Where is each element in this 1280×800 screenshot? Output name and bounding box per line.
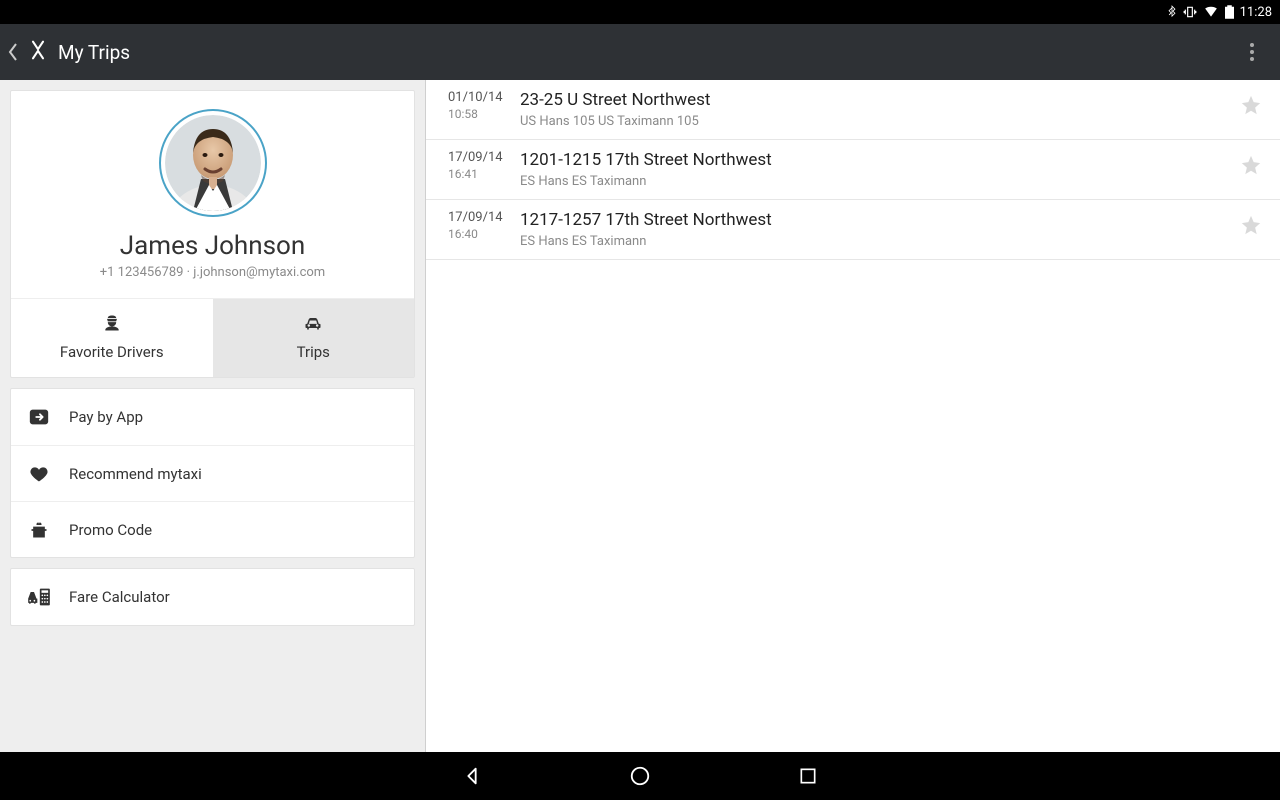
menu-promo-code[interactable]: Promo Code <box>11 501 414 557</box>
trip-time: 10:58 <box>448 107 514 121</box>
menu-group-2: Fare Calculator <box>10 568 415 626</box>
wifi-icon <box>1203 5 1219 19</box>
avatar[interactable] <box>159 109 267 217</box>
tab-label: Trips <box>297 343 330 361</box>
menu-label: Fare Calculator <box>69 588 170 606</box>
nav-back-button[interactable] <box>458 762 486 790</box>
back-button[interactable] <box>8 43 18 61</box>
menu-pay-by-app[interactable]: Pay by App <box>11 389 414 445</box>
profile-email: j.johnson@mytaxi.com <box>193 265 325 280</box>
heart-icon <box>25 464 53 484</box>
menu-label: Recommend mytaxi <box>69 465 202 483</box>
trip-time: 16:40 <box>448 227 514 241</box>
trip-time: 16:41 <box>448 167 514 181</box>
menu-fare-calculator[interactable]: Fare Calculator <box>11 569 414 625</box>
menu-group-1: Pay by App Recommend mytaxi Promo Code <box>10 388 415 558</box>
calculator-icon <box>25 587 53 607</box>
arrow-box-icon <box>25 406 53 428</box>
gift-icon <box>25 520 53 540</box>
profile-card: James Johnson +1 123456789 · j.johnson@m… <box>10 90 415 378</box>
trip-address: 23-25 U Street Northwest <box>520 90 1236 110</box>
tab-favorite-drivers[interactable]: Favorite Drivers <box>11 299 213 377</box>
trip-row[interactable]: 17/09/14 16:40 1217-1257 17th Street Nor… <box>426 200 1280 260</box>
system-nav-bar <box>0 752 1280 800</box>
profile-phone: +1 123456789 <box>100 265 184 280</box>
car-icon <box>213 313 415 337</box>
trip-driver: US Hans 105 US Taximann 105 <box>520 114 1236 129</box>
trip-driver: ES Hans ES Taximann <box>520 174 1236 189</box>
bluetooth-icon <box>1167 5 1177 19</box>
favorite-star-button[interactable] <box>1236 90 1266 116</box>
menu-recommend[interactable]: Recommend mytaxi <box>11 445 414 501</box>
action-bar: My Trips <box>0 24 1280 80</box>
driver-icon <box>11 313 213 337</box>
menu-label: Pay by App <box>69 408 143 426</box>
nav-recent-button[interactable] <box>794 762 822 790</box>
battery-icon <box>1225 5 1234 19</box>
app-logo-icon <box>28 40 48 64</box>
favorite-star-button[interactable] <box>1236 210 1266 236</box>
trip-driver: ES Hans ES Taximann <box>520 234 1236 249</box>
trip-date: 17/09/14 <box>448 210 514 225</box>
menu-label: Promo Code <box>69 521 152 539</box>
status-bar: 11:28 <box>0 0 1280 24</box>
tab-label: Favorite Drivers <box>60 343 164 361</box>
overflow-menu-button[interactable] <box>1232 32 1272 72</box>
trip-address: 1201-1215 17th Street Northwest <box>520 150 1236 170</box>
page-title: My Trips <box>58 41 130 64</box>
trip-row[interactable]: 17/09/14 16:41 1201-1215 17th Street Nor… <box>426 140 1280 200</box>
profile-contact: +1 123456789 · j.johnson@mytaxi.com <box>11 265 414 280</box>
trip-address: 1217-1257 17th Street Northwest <box>520 210 1236 230</box>
vibrate-icon <box>1183 5 1197 19</box>
tab-trips[interactable]: Trips <box>213 299 415 377</box>
profile-name: James Johnson <box>11 231 414 261</box>
trip-row[interactable]: 01/10/14 10:58 23-25 U Street Northwest … <box>426 80 1280 140</box>
trips-list: 01/10/14 10:58 23-25 U Street Northwest … <box>426 80 1280 752</box>
trip-date: 17/09/14 <box>448 150 514 165</box>
status-time: 11:28 <box>1240 5 1272 20</box>
nav-home-button[interactable] <box>626 762 654 790</box>
trip-date: 01/10/14 <box>448 90 514 105</box>
favorite-star-button[interactable] <box>1236 150 1266 176</box>
